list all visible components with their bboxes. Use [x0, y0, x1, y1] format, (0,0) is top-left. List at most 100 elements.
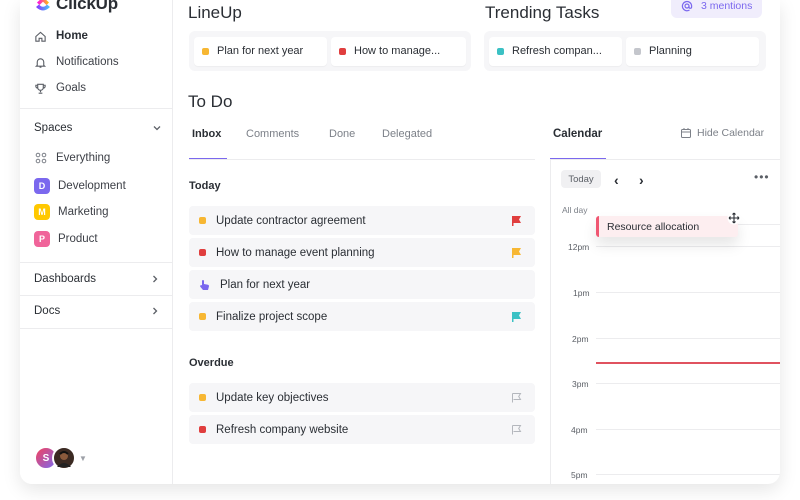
trending-row: Refresh compan... Planning [484, 31, 766, 71]
time-label: 3pm [572, 379, 589, 389]
task-row[interactable]: Plan for next year [189, 270, 535, 299]
caret-down-icon[interactable]: ▼ [79, 454, 87, 463]
spaces-label: Spaces [34, 122, 73, 134]
sidebar-item-home[interactable]: Home [34, 26, 88, 46]
time-label: 5pm [571, 470, 588, 480]
lineup-item-label: How to manage... [354, 45, 441, 57]
trending-item[interactable]: Refresh compan... [489, 36, 622, 66]
hide-calendar-button[interactable]: Hide Calendar [680, 127, 764, 139]
sidebar-item-goals[interactable]: Goals [34, 78, 86, 98]
lineup-title: LineUp [188, 3, 242, 22]
sidebar-item-label: Docs [34, 305, 61, 317]
task-name: Refresh company website [216, 423, 349, 436]
sidebar-item-product[interactable]: P Product [34, 230, 98, 248]
calendar-divider [550, 160, 551, 484]
status-dot [199, 394, 206, 401]
task-row[interactable]: Update key objectives [189, 383, 535, 412]
divider [550, 159, 780, 160]
sidebar-item-dashboards[interactable]: Dashboards [34, 270, 160, 288]
group-overdue-label: Overdue [189, 357, 234, 369]
trending-item[interactable]: Planning [626, 36, 759, 66]
bell-icon [34, 57, 47, 68]
task-name: Plan for next year [220, 278, 311, 291]
task-name: Update contractor agreement [216, 214, 366, 227]
grid-line [596, 429, 780, 430]
time-label: 2pm [572, 334, 589, 344]
spaces-header[interactable]: Spaces [34, 120, 162, 136]
all-day-label: All day [562, 205, 588, 215]
sidebar-item-label: Dashboards [34, 273, 97, 285]
today-button[interactable]: Today [561, 170, 601, 188]
sidebar-item-notifications[interactable]: Notifications [34, 52, 119, 72]
at-icon [681, 0, 693, 12]
chevron-right-icon[interactable]: › [639, 172, 644, 188]
gray-flag-icon[interactable] [511, 392, 522, 403]
trending-title: Trending Tasks [485, 3, 600, 22]
sidebar-item-docs[interactable]: Docs [34, 302, 160, 320]
lineup-item[interactable]: How to manage... [331, 36, 466, 66]
grid-line [596, 383, 780, 384]
move-icon[interactable] [727, 211, 741, 225]
chevron-left-icon[interactable]: ‹ [614, 172, 619, 188]
trending-item-label: Planning [649, 45, 692, 57]
chevron-down-icon[interactable] [152, 123, 162, 133]
hide-calendar-label: Hide Calendar [697, 127, 765, 139]
sidebar-item-label: Everything [56, 152, 111, 164]
lineup-item[interactable]: Plan for next year [194, 36, 327, 66]
grid-line [596, 292, 780, 293]
lineup-item-label: Plan for next year [217, 45, 304, 57]
tab-done[interactable]: Done [329, 128, 355, 140]
task-row[interactable]: Refresh company website [189, 415, 535, 444]
user-avatars[interactable]: S ▼ [34, 446, 87, 470]
mentions-badge[interactable]: 3 mentions [671, 0, 763, 18]
divider [20, 328, 173, 329]
sidebar-item-everything[interactable]: Everything [34, 149, 110, 167]
status-dot [339, 47, 346, 55]
status-dot [634, 47, 641, 55]
sidebar-item-marketing[interactable]: M Marketing [34, 203, 109, 221]
more-options-icon[interactable]: ••• [754, 170, 770, 184]
red-flag-icon[interactable] [511, 215, 522, 226]
logo-text: ClickUp [56, 0, 118, 13]
task-row[interactable]: How to manage event planning [189, 238, 535, 267]
grid-line [596, 338, 780, 339]
sidebar: ClickUp Home Notifications Goals Spaces [20, 0, 173, 484]
logo[interactable]: ClickUp [34, 0, 118, 15]
sidebar-item-development[interactable]: D Development [34, 177, 126, 195]
status-dot [202, 47, 209, 55]
time-label: 12pm [568, 242, 590, 252]
group-today-label: Today [189, 180, 221, 192]
app-window: ClickUp Home Notifications Goals Spaces [20, 0, 780, 484]
sidebar-item-label: Goals [56, 82, 87, 94]
home-icon [35, 31, 46, 42]
chevron-right-icon [153, 275, 158, 283]
status-dot [497, 47, 504, 55]
tab-delegated[interactable]: Delegated [382, 128, 432, 140]
divider [20, 262, 173, 263]
calendar-title[interactable]: Calendar [553, 128, 602, 140]
task-row[interactable]: Finalize project scope [189, 302, 535, 331]
drag-hand-icon [200, 279, 210, 290]
status-dot [199, 217, 206, 224]
sidebar-item-label: Development [58, 180, 126, 192]
sidebar-item-label: Home [56, 30, 88, 42]
gray-flag-icon[interactable] [511, 424, 522, 435]
lineup-row: Plan for next year How to manage... [189, 31, 471, 71]
calendar-event[interactable]: Resource allocation [596, 216, 738, 237]
clickup-logo-icon [36, 0, 50, 11]
sidebar-item-label: Product [58, 233, 98, 245]
avatar[interactable] [52, 446, 76, 470]
trending-item-label: Refresh compan... [512, 45, 602, 57]
space-badge: P [34, 231, 50, 247]
trophy-icon [35, 83, 46, 94]
task-name: Update key objectives [216, 391, 329, 404]
task-row[interactable]: Update contractor agreement [189, 206, 535, 235]
divider [189, 159, 535, 160]
cyan-flag-icon[interactable] [511, 311, 522, 322]
tab-comments[interactable]: Comments [246, 128, 299, 140]
tab-inbox[interactable]: Inbox [192, 128, 221, 140]
time-label: 4pm [571, 425, 588, 435]
space-badge: D [34, 178, 50, 194]
yellow-flag-icon[interactable] [511, 247, 522, 258]
time-label: 1pm [573, 288, 590, 298]
